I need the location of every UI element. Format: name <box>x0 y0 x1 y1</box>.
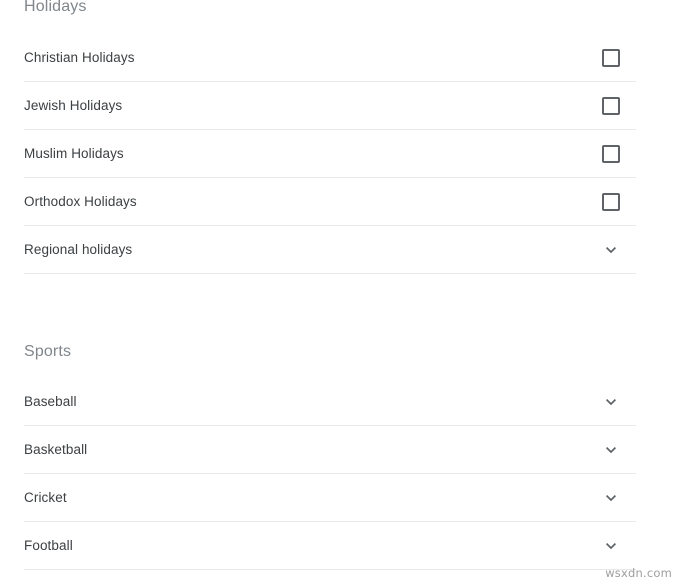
row-control <box>594 395 628 409</box>
row-jewish-holidays[interactable]: Jewish Holidays <box>24 82 636 130</box>
watermark: wsxdn.com <box>605 566 672 580</box>
checkbox-jewish-holidays[interactable] <box>602 96 620 115</box>
section-title-holidays: Holidays <box>24 0 87 15</box>
row-control <box>594 144 628 163</box>
chevron-down-icon[interactable] <box>604 395 618 409</box>
section-title-sports: Sports <box>24 343 72 360</box>
row-football[interactable]: Football <box>24 522 636 570</box>
checkbox-christian-holidays[interactable] <box>602 48 620 67</box>
row-label: Football <box>24 537 73 553</box>
row-label: Jewish Holidays <box>24 97 123 113</box>
row-baseball[interactable]: Baseball <box>24 378 636 426</box>
chevron-down-icon[interactable] <box>604 491 618 505</box>
row-christian-holidays[interactable]: Christian Holidays <box>24 34 636 82</box>
chevron-down-icon[interactable] <box>604 539 618 553</box>
row-label: Baseball <box>24 393 77 409</box>
settings-page: Holidays Christian Holidays Jewish Holida… <box>0 0 680 583</box>
row-control <box>594 443 628 457</box>
row-control <box>594 491 628 505</box>
row-label: Orthodox Holidays <box>24 193 137 209</box>
chevron-down-icon[interactable] <box>604 243 618 257</box>
row-control <box>594 539 628 553</box>
row-label: Christian Holidays <box>24 49 135 65</box>
row-label: Muslim Holidays <box>24 145 124 161</box>
row-label: Cricket <box>24 489 67 505</box>
sports-row-list: Baseball Basketball Cricket Football <box>24 378 636 570</box>
row-control <box>594 96 628 115</box>
row-cricket[interactable]: Cricket <box>24 474 636 522</box>
row-orthodox-holidays[interactable]: Orthodox Holidays <box>24 178 636 226</box>
chevron-down-icon[interactable] <box>604 443 618 457</box>
row-muslim-holidays[interactable]: Muslim Holidays <box>24 130 636 178</box>
row-label: Basketball <box>24 441 88 457</box>
row-label: Regional holidays <box>24 241 133 257</box>
row-regional-holidays[interactable]: Regional holidays <box>24 226 636 274</box>
row-control <box>594 48 628 67</box>
checkbox-muslim-holidays[interactable] <box>602 144 620 163</box>
row-basketball[interactable]: Basketball <box>24 426 636 474</box>
checkbox-orthodox-holidays[interactable] <box>602 192 620 211</box>
row-control <box>594 192 628 211</box>
row-control <box>594 243 628 257</box>
holidays-row-list: Christian Holidays Jewish Holidays Muslim … <box>24 34 636 274</box>
